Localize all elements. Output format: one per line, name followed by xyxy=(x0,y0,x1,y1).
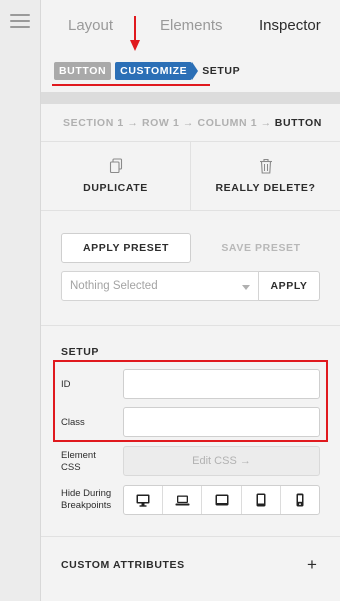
element-path: SECTION 1 → ROW 1 → COLUMN 1 → BUTTON xyxy=(41,104,340,142)
app-root: Layout Elements Inspector BUTTON CUSTOMI… xyxy=(0,0,340,601)
element-css-label-line1: Element xyxy=(61,450,96,461)
apply-preset-button[interactable]: APPLY PRESET xyxy=(61,233,191,263)
element-path-prefix: SECTION 1 → ROW 1 → COLUMN 1 → xyxy=(63,116,272,129)
breadcrumb: BUTTON CUSTOMIZE SETUP xyxy=(54,62,245,80)
hide-breakpoints-label-line2: Breakpoints xyxy=(61,500,112,511)
duplicate-icon xyxy=(109,158,122,174)
breakpoint-toggle-group xyxy=(123,485,320,515)
class-input[interactable] xyxy=(123,407,320,437)
left-toolbar xyxy=(0,0,41,601)
preset-section: APPLY PRESET SAVE PRESET Nothing Selecte… xyxy=(41,211,340,326)
annotation-arrow xyxy=(130,16,140,51)
add-attribute-button[interactable]: + xyxy=(303,555,321,573)
id-input[interactable] xyxy=(123,369,320,399)
hide-breakpoints-label: Hide During Breakpoints xyxy=(61,488,111,512)
breakpoint-tablet-portrait-toggle[interactable] xyxy=(242,486,281,514)
annotation-underline xyxy=(52,84,210,86)
duplicate-label: DUPLICATE xyxy=(83,182,148,194)
hide-breakpoints-label-line1: Hide During xyxy=(61,488,112,499)
preset-select-row: Nothing Selected APPLY xyxy=(61,271,320,301)
tablet-landscape-icon xyxy=(215,494,228,506)
id-label: ID xyxy=(61,379,71,390)
breakpoint-desktop-toggle[interactable] xyxy=(124,486,164,514)
delete-button[interactable]: REALLY DELETE? xyxy=(191,142,340,210)
element-css-label: Element CSS xyxy=(61,450,96,474)
section-divider-band xyxy=(41,92,340,104)
element-css-label-line2: CSS xyxy=(61,462,81,473)
tablet-portrait-icon xyxy=(256,493,266,507)
chevron-down-icon xyxy=(242,285,250,290)
tab-layout[interactable]: Layout xyxy=(68,17,113,34)
edit-css-button[interactable]: Edit CSS → xyxy=(123,446,320,476)
element-path-current: BUTTON xyxy=(274,116,322,129)
breadcrumb-customize[interactable]: CUSTOMIZE xyxy=(115,62,199,80)
trash-icon xyxy=(259,158,272,174)
element-actions: DUPLICATE REALLY DELETE? xyxy=(41,142,340,211)
breadcrumb-setup[interactable]: SETUP xyxy=(202,62,245,80)
desktop-icon xyxy=(136,494,150,507)
tab-bar: Layout Elements Inspector xyxy=(41,0,340,52)
setup-section-title: SETUP xyxy=(61,346,100,358)
phone-icon xyxy=(296,493,304,507)
class-label: Class xyxy=(61,417,85,428)
apply-button[interactable]: APPLY xyxy=(259,271,320,301)
breakpoint-phone-toggle[interactable] xyxy=(281,486,319,514)
delete-label: REALLY DELETE? xyxy=(215,182,316,194)
preset-select-value: Nothing Selected xyxy=(70,280,158,292)
hamburger-menu-icon[interactable] xyxy=(10,14,30,28)
save-preset-button[interactable]: SAVE PRESET xyxy=(201,233,321,263)
duplicate-button[interactable]: DUPLICATE xyxy=(41,142,191,210)
custom-attributes-title: CUSTOM ATTRIBUTES xyxy=(61,559,185,571)
laptop-icon xyxy=(175,495,190,505)
inspector-panel: Layout Elements Inspector BUTTON CUSTOMI… xyxy=(41,0,340,601)
tab-inspector[interactable]: Inspector xyxy=(259,17,321,34)
breadcrumb-button[interactable]: BUTTON xyxy=(54,62,112,80)
section-divider xyxy=(41,536,340,537)
preset-select[interactable]: Nothing Selected xyxy=(61,271,259,301)
tab-elements[interactable]: Elements xyxy=(160,17,223,34)
breakpoint-tablet-landscape-toggle[interactable] xyxy=(202,486,242,514)
breakpoint-laptop-toggle[interactable] xyxy=(163,486,203,514)
